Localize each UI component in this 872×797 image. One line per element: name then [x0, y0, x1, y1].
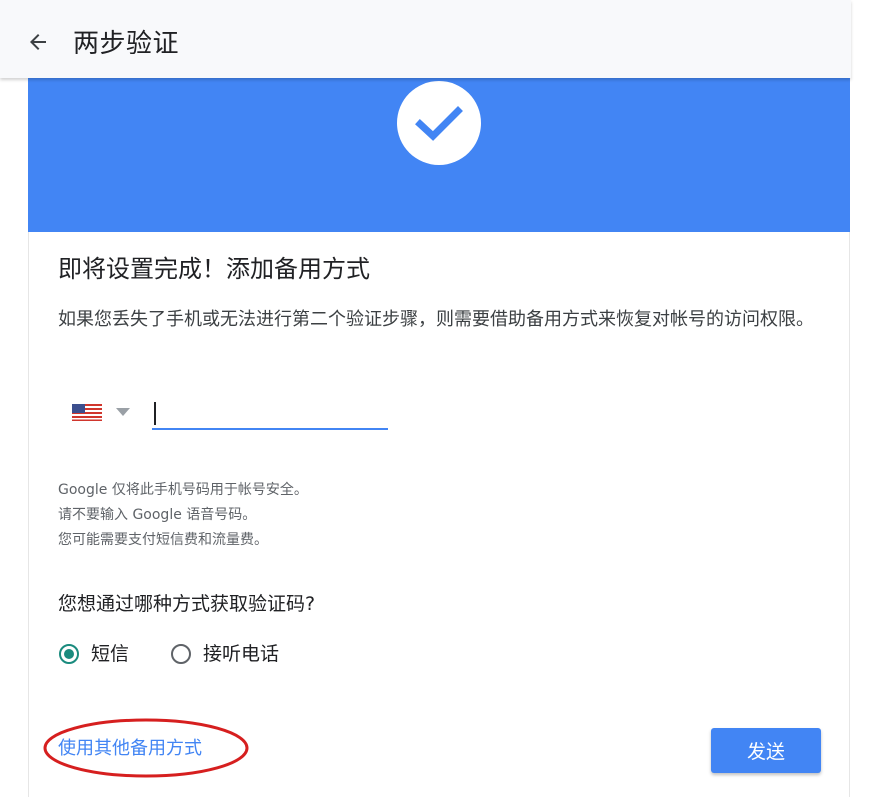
back-button[interactable]	[24, 28, 52, 56]
note-line: 请不要输入 Google 语音号码。	[58, 507, 257, 523]
radio-option-sms[interactable]: 短信	[59, 641, 129, 667]
top-app-bar: 两步验证	[0, 0, 851, 78]
method-question: 您想通过哪种方式获取验证码?	[58, 593, 316, 615]
text-cursor	[154, 402, 156, 425]
phone-number-input[interactable]	[152, 398, 388, 430]
section-description: 如果您丢失了手机或无法进行第二个验证步骤，则需要借助备用方式来恢复对帐号的访问权…	[58, 309, 814, 330]
other-backup-method-link[interactable]: 使用其他备用方式	[58, 735, 202, 763]
radio-button-unchecked[interactable]	[171, 644, 191, 664]
success-banner	[28, 78, 850, 232]
radio-label-call: 接听电话	[203, 643, 280, 665]
note-line: 您可能需要支付短信费和流量费。	[58, 532, 268, 548]
country-code-dropdown[interactable]	[62, 398, 142, 428]
radio-button-checked[interactable]	[59, 644, 79, 664]
send-button[interactable]: 发送	[711, 728, 821, 773]
radio-option-call[interactable]: 接听电话	[171, 641, 279, 667]
phone-notes: Google 仅将此手机号码用于帐号安全。 请不要输入 Google 语音号码。…	[58, 478, 308, 553]
caret-down-icon	[116, 408, 130, 416]
note-line: Google 仅将此手机号码用于帐号安全。	[58, 482, 308, 498]
checkmark-icon	[415, 106, 463, 141]
radio-label-sms: 短信	[91, 643, 130, 665]
us-flag-icon	[72, 404, 102, 421]
arrow-back-icon	[30, 34, 46, 50]
section-heading: 即将设置完成！添加备用方式	[58, 255, 370, 283]
two-step-verification-page: 两步验证 即将设置完成！添加备用方式 如果您丢失了手机或无法进行第二个验证步骤，…	[0, 0, 872, 797]
page-title: 两步验证	[73, 29, 180, 59]
check-circle	[397, 81, 481, 165]
